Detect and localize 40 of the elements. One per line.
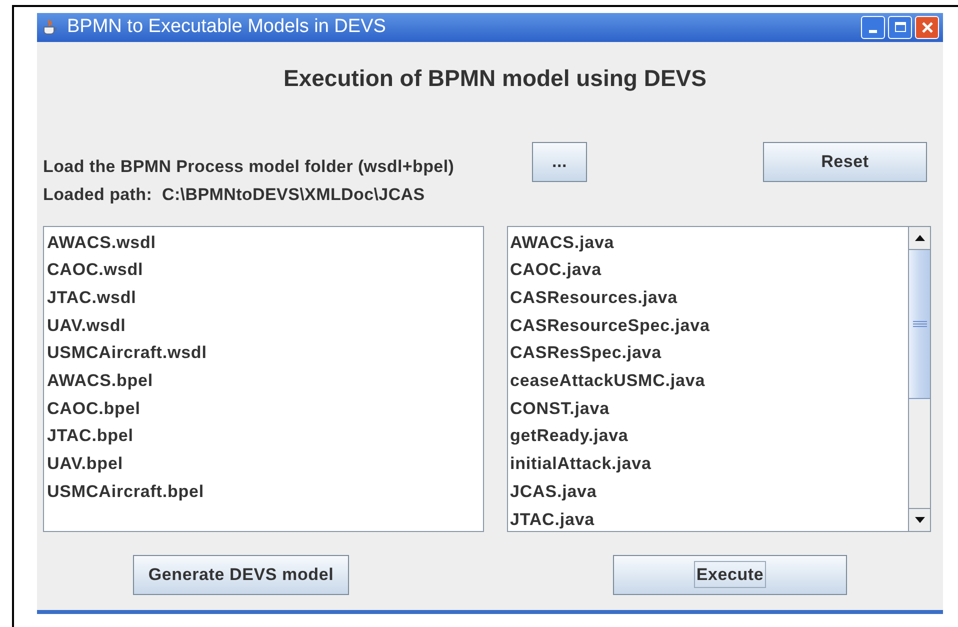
coffee-cup-icon bbox=[41, 18, 59, 36]
close-button[interactable] bbox=[915, 16, 939, 39]
file-item[interactable]: CONST.java bbox=[510, 394, 908, 422]
file-item[interactable]: AWACS.wsdl bbox=[47, 228, 483, 256]
file-item[interactable]: JTAC.bpel bbox=[47, 422, 483, 450]
load-label: Load the BPMN Process model folder (wsdl+bpel) bbox=[43, 156, 456, 176]
heading: Execution of BPMN model using DEVS bbox=[284, 64, 706, 94]
file-item[interactable]: USMCAircraft.bpel bbox=[47, 478, 483, 506]
maximize-button[interactable] bbox=[888, 16, 912, 39]
file-item[interactable]: JCAS.java bbox=[510, 478, 908, 506]
file-item[interactable]: JTAC.java bbox=[510, 506, 908, 530]
minimize-button[interactable] bbox=[861, 16, 885, 39]
file-item[interactable]: UAV.bpel bbox=[47, 450, 483, 478]
file-list[interactable]: AWACS.wsdl CAOC.wsdl JTAC.wsdl UAV.wsdl USMCAircraft.wsdl AWACS.bpel CAOC.bpel JTAC.bpel UAV.bpel USMCAircraft.bpel bbox=[43, 226, 484, 532]
file-item[interactable]: CASResources.java bbox=[510, 284, 908, 312]
up-arrow-icon bbox=[914, 234, 924, 240]
execute-button[interactable]: Execute bbox=[613, 554, 847, 594]
file-item[interactable]: CAOC.java bbox=[510, 256, 908, 284]
close-icon bbox=[920, 20, 934, 34]
file-item[interactable]: initialAttack.java bbox=[510, 450, 908, 478]
file-item[interactable]: JTAC.wsdl bbox=[47, 284, 483, 312]
file-item[interactable]: CASResourceSpec.java bbox=[510, 312, 908, 340]
browse-button[interactable]: ... bbox=[532, 142, 587, 182]
file-item[interactable]: CAOC.bpel bbox=[47, 394, 483, 422]
file-item[interactable]: AWACS.java bbox=[510, 228, 908, 256]
scrollbar[interactable] bbox=[908, 226, 930, 530]
file-item[interactable]: AWACS.bpel bbox=[47, 367, 483, 395]
file-item[interactable]: CAOC.wsdl bbox=[47, 256, 483, 284]
loaded-path: Loaded path: C:\BPMNtoDEVS\XMLDoc\JCAS bbox=[43, 184, 426, 204]
file-list[interactable]: AWACS.java CAOC.java CASResources.java CASResourceSpec.java CASResSpec.java ceaseAttackUSMC.java CONST.java getReady.java initialAttack.java JCAS.java JTAC.java bbox=[507, 226, 931, 532]
reset-button[interactable]: Reset bbox=[763, 142, 927, 182]
file-item[interactable]: UAV.wsdl bbox=[47, 312, 483, 340]
window-title: BPMN to Executable Models in DEVS bbox=[67, 15, 386, 39]
down-arrow-icon bbox=[914, 516, 924, 522]
scroll-thumb[interactable] bbox=[909, 250, 930, 398]
file-item[interactable]: getReady.java bbox=[510, 422, 908, 450]
file-item[interactable]: CASResSpec.java bbox=[510, 339, 908, 368]
generate-button[interactable]: Generate DEVS model bbox=[133, 554, 349, 594]
file-item[interactable]: USMCAircraft.wsdl bbox=[47, 339, 483, 368]
file-item[interactable]: ceaseAttackUSMC.java bbox=[510, 367, 908, 395]
